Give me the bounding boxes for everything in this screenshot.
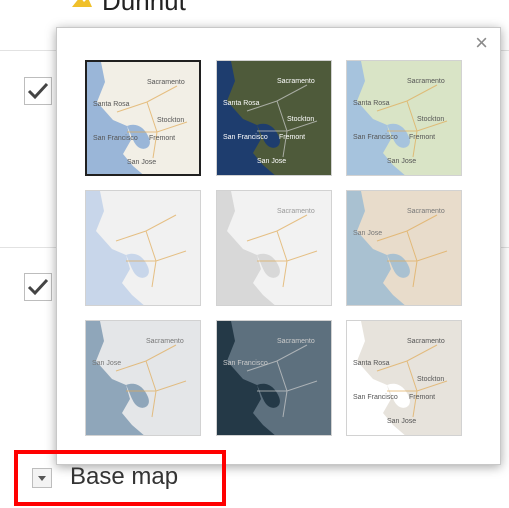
basemap-thumbnail-white[interactable]: Sacramento Santa Rosa San Francisco Stockto… bbox=[346, 320, 462, 436]
basemap-thumbnail-terrain[interactable]: Sacramento Santa Rosa San Francisco Stockto… bbox=[346, 60, 462, 176]
basemap-gallery-panel: × Sacramento Santa Rosa San Francisco Stock… bbox=[56, 27, 501, 465]
check-icon bbox=[27, 278, 49, 296]
map-place-label: Sacramento bbox=[277, 208, 315, 215]
map-place-label: San Jose bbox=[127, 159, 156, 166]
map-place-label: Sacramento bbox=[407, 208, 445, 215]
basemap-preview-image: Sacramento Santa Rosa San Francisco Stockto… bbox=[347, 61, 461, 175]
basemap-thumbnail-dark[interactable]: Sacramento San Francisco bbox=[216, 320, 332, 436]
map-place-label: Fremont bbox=[409, 394, 435, 401]
highlight-box bbox=[14, 450, 226, 506]
basemap-preview-image: Sacramento San Francisco bbox=[217, 321, 331, 435]
map-place-label: Sacramento bbox=[277, 338, 315, 345]
layer-title: Dunnut bbox=[70, 0, 186, 17]
map-place-label: Sacramento bbox=[146, 338, 184, 345]
map-place-label: San Francisco bbox=[93, 135, 138, 142]
basemap-preview-image: Sacramento Santa Rosa San Francisco Stockto… bbox=[217, 61, 331, 175]
basemap-thumbnail-satellite[interactable]: Sacramento Santa Rosa San Francisco Stockto… bbox=[216, 60, 332, 176]
map-place-label: Sacramento bbox=[407, 78, 445, 85]
basemap-thumbnail-beige[interactable]: Sacramento San Jose bbox=[346, 190, 462, 306]
map-place-label: Santa Rosa bbox=[353, 100, 390, 107]
map-place-label: San Francisco bbox=[353, 394, 398, 401]
basemap-thumbnail-light-gray[interactable]: Sacramento bbox=[216, 190, 332, 306]
map-place-label: Sacramento bbox=[407, 338, 445, 345]
basemap-preview-image: Sacramento Santa Rosa San Francisco Stockto… bbox=[347, 321, 461, 435]
map-place-label: Fremont bbox=[409, 134, 435, 141]
basemap-preview-image: Sacramento bbox=[217, 191, 331, 305]
map-place-label: Santa Rosa bbox=[353, 360, 390, 367]
map-place-label: Stockton bbox=[417, 376, 444, 383]
layer-visibility-checkbox[interactable] bbox=[24, 77, 52, 105]
basemap-preview-image: Sacramento San Jose bbox=[86, 321, 200, 435]
map-place-label: Stockton bbox=[417, 116, 444, 123]
map-place-label: San Francisco bbox=[223, 134, 268, 141]
map-place-label: San Jose bbox=[387, 158, 416, 165]
map-place-label: Fremont bbox=[279, 134, 305, 141]
layer-title-text: Dunnut bbox=[102, 0, 186, 16]
layer-logo-icon bbox=[72, 0, 92, 8]
basemap-thumbnail-light-blue[interactable] bbox=[85, 190, 201, 306]
basemap-thumbnail-streets[interactable]: Sacramento Santa Rosa San Francisco Stockto… bbox=[85, 60, 201, 176]
map-place-label: San Jose bbox=[257, 158, 286, 165]
basemap-preview-image: Sacramento San Jose bbox=[347, 191, 461, 305]
map-place-label: Santa Rosa bbox=[223, 100, 260, 107]
map-place-label: San Jose bbox=[353, 230, 382, 237]
map-place-label: San Jose bbox=[387, 418, 416, 425]
map-place-label: Fremont bbox=[149, 135, 175, 142]
basemap-preview-image bbox=[86, 191, 200, 305]
basemap-thumbnail-gray-blue[interactable]: Sacramento San Jose bbox=[85, 320, 201, 436]
map-place-label: Sacramento bbox=[277, 78, 315, 85]
map-place-label: Stockton bbox=[287, 116, 314, 123]
map-place-label: Stockton bbox=[157, 117, 184, 124]
basemap-preview-image: Sacramento Santa Rosa San Francisco Stockto… bbox=[87, 62, 199, 174]
map-place-label: Santa Rosa bbox=[93, 101, 130, 108]
close-icon[interactable]: × bbox=[475, 32, 488, 54]
layer-visibility-checkbox[interactable] bbox=[24, 273, 52, 301]
map-place-label: San Francisco bbox=[353, 134, 398, 141]
map-place-label: Sacramento bbox=[147, 79, 185, 86]
map-place-label: San Francisco bbox=[223, 360, 268, 367]
check-icon bbox=[27, 82, 49, 100]
map-place-label: San Jose bbox=[92, 360, 121, 367]
